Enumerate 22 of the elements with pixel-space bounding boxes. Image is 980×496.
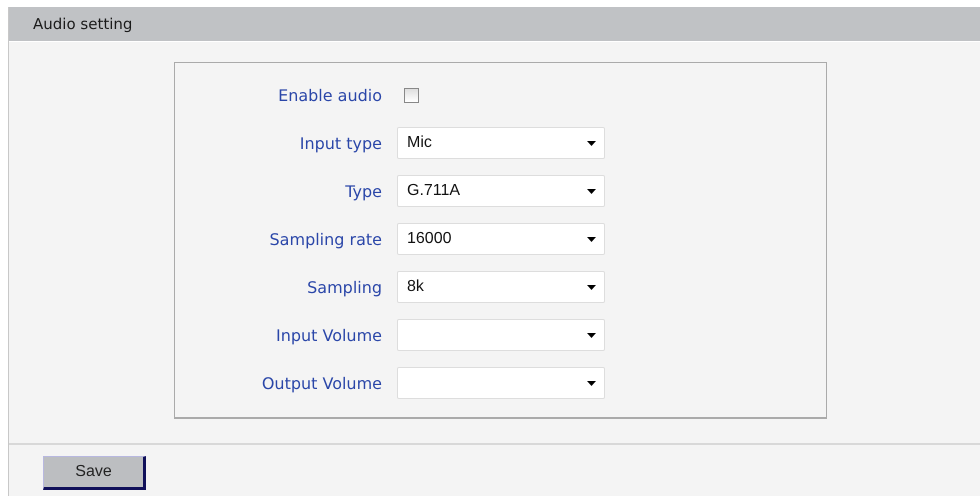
field-label: Output Volume — [260, 374, 383, 392]
dropdown[interactable] — [397, 319, 605, 351]
caret-icon — [587, 380, 596, 386]
dropdown[interactable]: G.711A — [397, 175, 605, 207]
field-label: Type — [344, 182, 383, 200]
dropdown[interactable]: 16000 — [397, 223, 605, 255]
field-label: Enable audio — [277, 86, 383, 104]
caret-icon — [587, 188, 596, 194]
field-label: Sampling rate — [268, 230, 383, 248]
field-label: Input Volume — [274, 326, 383, 344]
checkbox[interactable] — [404, 88, 419, 102]
caret-icon — [587, 236, 596, 242]
field-label: Input type — [298, 134, 383, 152]
caret-icon — [587, 284, 596, 290]
dropdown[interactable]: 8k — [397, 271, 605, 303]
field-label: Sampling — [306, 278, 383, 296]
save-button[interactable]: Save — [43, 456, 146, 490]
caret-icon — [587, 140, 596, 146]
dropdown[interactable] — [397, 367, 605, 399]
panel-title: Audio setting — [33, 15, 132, 33]
dropdown[interactable]: Mic — [397, 127, 605, 159]
caret-icon — [587, 332, 596, 338]
